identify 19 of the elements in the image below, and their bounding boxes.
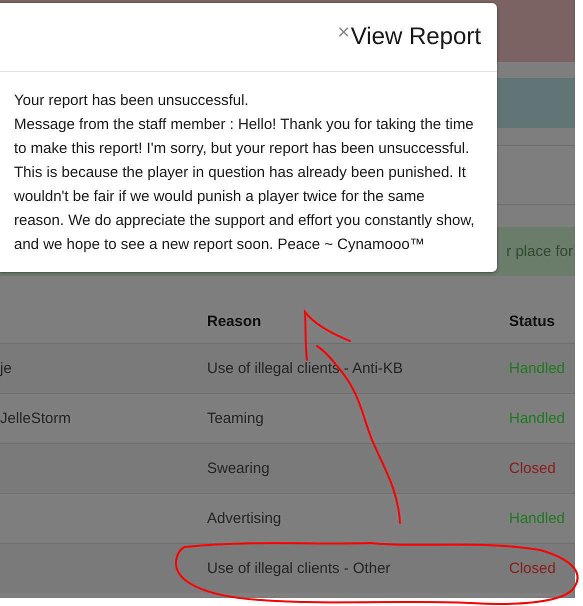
dialog-title: View Report bbox=[350, 23, 481, 51]
status-cell-text: Closed bbox=[509, 560, 557, 577]
status-cell-text: Closed bbox=[509, 460, 557, 477]
status-cell-text: Handled bbox=[509, 510, 566, 527]
close-button[interactable]: × bbox=[337, 22, 350, 42]
reason-cell-text: Use of illegal clients - Other bbox=[207, 560, 392, 577]
alert-text: r place for bbox=[506, 243, 574, 260]
player-cell: JelleStorm bbox=[0, 410, 71, 427]
player-cell: je bbox=[0, 360, 12, 377]
reason-cell-text: Advertising bbox=[207, 510, 282, 527]
column-header: Status bbox=[509, 312, 556, 330]
status-cell-text: Handled bbox=[509, 360, 566, 377]
status-cell-text: Handled bbox=[509, 410, 566, 427]
reason-cell-text: Use of illegal clients - Anti-KB bbox=[207, 360, 404, 377]
column-header: Reason bbox=[207, 312, 262, 330]
message-text: Message from the staff member : Hello! Thank you for taking the time to make this report! I'm sorry, but your report has been unsuccessful. This is because the player in question has already been punished. It wouldn't be fair if we would punish a player twice for the same reason. We do appreciate the support and effort you constantly show, and we hope to see a new report soon. Peace ~ Cynamooo™ bbox=[14, 115, 475, 255]
reason-cell-text: Teaming bbox=[207, 410, 265, 427]
message-text: Your report has been unsuccessful. bbox=[14, 91, 250, 111]
reason-cell-text: Swearing bbox=[207, 460, 271, 477]
